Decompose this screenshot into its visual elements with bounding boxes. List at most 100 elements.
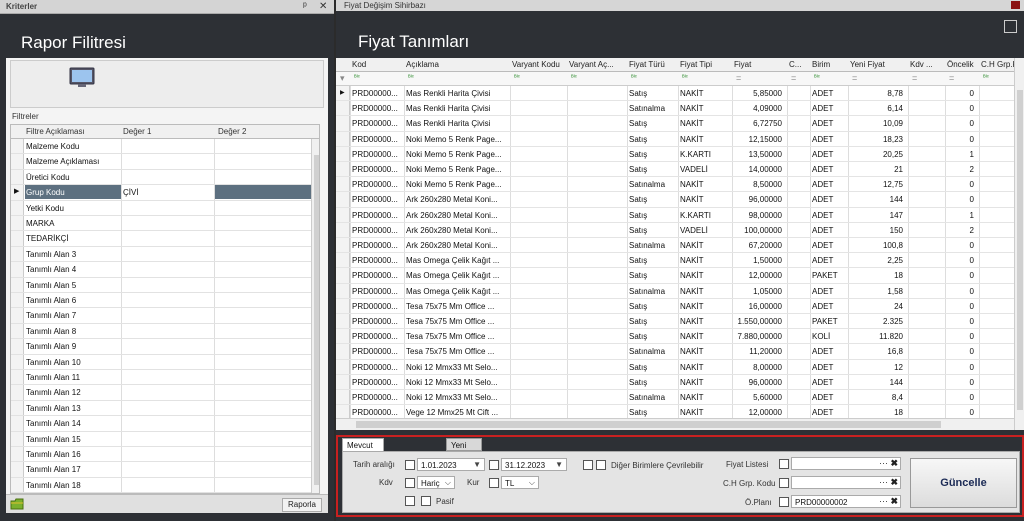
- maximize-icon[interactable]: [1004, 20, 1017, 33]
- column-header[interactable]: Fiyat Tipi: [680, 60, 730, 69]
- row-indicator[interactable]: [11, 200, 24, 215]
- row-indicator[interactable]: [336, 268, 350, 283]
- column-header[interactable]: Varyant Aç...: [569, 60, 625, 69]
- filter-operator-icon[interactable]: =: [791, 73, 796, 83]
- column-header[interactable]: Fiyat: [734, 60, 785, 69]
- filter-row[interactable]: TEDARİKÇİ: [11, 231, 311, 247]
- clear-icon[interactable]: ✖: [890, 458, 898, 469]
- table-row[interactable]: PRD00000... Ark 260x280 Metal Koni... Satı…: [336, 222, 1014, 238]
- table-row[interactable]: PRD00000... Mas Renkli Harita Çivisi Satış…: [336, 116, 1014, 132]
- row-indicator[interactable]: [11, 416, 24, 431]
- filter-row[interactable]: Tanımlı Alan 7: [11, 308, 311, 324]
- row-indicator[interactable]: ▶: [11, 185, 24, 200]
- row-indicator[interactable]: [11, 139, 24, 154]
- filter-row[interactable]: Malzeme Kodu: [11, 139, 311, 155]
- row-indicator[interactable]: [336, 146, 350, 161]
- ellipsis-icon[interactable]: ···: [879, 496, 888, 506]
- close-icon[interactable]: ✕: [319, 1, 327, 12]
- column-header[interactable]: Fiyat Türü: [629, 60, 676, 69]
- scroll-thumb[interactable]: [314, 155, 319, 485]
- row-indicator[interactable]: [11, 339, 24, 354]
- passive-checkbox-a[interactable]: [405, 496, 415, 506]
- filter-row[interactable]: Tanımlı Alan 12: [11, 385, 311, 401]
- row-indicator[interactable]: [336, 162, 350, 177]
- row-indicator[interactable]: [336, 101, 350, 116]
- filter-operator-icon[interactable]: ᴮᴵᶜ: [514, 75, 522, 82]
- plan-field[interactable]: PRD00000002 ··· ✖: [791, 495, 901, 508]
- row-indicator[interactable]: [336, 177, 350, 192]
- row-indicator[interactable]: [11, 216, 24, 231]
- row-indicator[interactable]: [336, 298, 350, 313]
- row-indicator[interactable]: [336, 131, 350, 146]
- row-indicator[interactable]: [11, 354, 24, 369]
- row-indicator[interactable]: [11, 277, 24, 292]
- table-row[interactable]: PRD00000... Ark 260x280 Metal Koni... Satı…: [336, 238, 1014, 254]
- report-button[interactable]: Raporla: [282, 498, 322, 512]
- close-icon[interactable]: [1011, 1, 1020, 9]
- price-list-field[interactable]: ··· ✖: [791, 457, 901, 470]
- table-row[interactable]: PRD00000... Noki Memo 5 Renk Page... Satış…: [336, 146, 1014, 162]
- horizontal-scrollbar[interactable]: [336, 418, 1014, 430]
- table-row[interactable]: PRD00000... Tesa 75x75 Mm Office ... Satın…: [336, 344, 1014, 360]
- ch-group-field[interactable]: ··· ✖: [791, 476, 901, 489]
- row-indicator[interactable]: [336, 222, 350, 237]
- convert-checkbox-b[interactable]: [596, 460, 606, 470]
- table-row[interactable]: PRD00000... Ark 260x280 Metal Koni... Satı…: [336, 207, 1014, 223]
- folder-icon[interactable]: [10, 498, 24, 510]
- filter-row[interactable]: Tanımlı Alan 3: [11, 246, 311, 263]
- row-indicator[interactable]: [336, 207, 350, 222]
- row-indicator[interactable]: [11, 462, 24, 477]
- vat-checkbox[interactable]: [405, 478, 415, 488]
- filter-grid-scrollbar[interactable]: [311, 139, 319, 493]
- column-header[interactable]: Açıklama: [406, 60, 508, 69]
- filter-operator-icon[interactable]: ᴮᴵᶜ: [571, 75, 579, 82]
- filter-operator-icon[interactable]: ᴮᴵᶜ: [814, 75, 822, 82]
- table-row[interactable]: PRD00000... Mas Omega Çelik Kağıt ... Satı…: [336, 283, 1014, 299]
- filter-row[interactable]: Yetki Kodu: [11, 200, 311, 216]
- date1-picker[interactable]: 1.01.2023 ▼: [417, 458, 485, 471]
- filter-value2[interactable]: [215, 185, 311, 200]
- table-row[interactable]: PRD00000... Mas Renkli Harita Çivisi Satın…: [336, 101, 1014, 117]
- tab-create-new[interactable]: Yeni Fiyat Oluştur: [446, 438, 482, 468]
- row-indicator[interactable]: [11, 323, 24, 339]
- table-row[interactable]: PRD00000... Tesa 75x75 Mm Office ... Satış…: [336, 329, 1014, 345]
- row-indicator[interactable]: [11, 431, 24, 446]
- table-row[interactable]: PRD00000... Noki 12 Mmx33 Mt Selo... Satın…: [336, 390, 1014, 406]
- row-indicator[interactable]: [11, 447, 24, 462]
- row-indicator[interactable]: [11, 370, 24, 385]
- row-indicator[interactable]: [11, 385, 24, 400]
- row-indicator[interactable]: [336, 314, 350, 329]
- filter-operator-icon[interactable]: =: [852, 73, 857, 83]
- table-row[interactable]: PRD00000... Tesa 75x75 Mm Office ... Satış…: [336, 298, 1014, 314]
- ch-group-checkbox[interactable]: [779, 478, 789, 488]
- currency-select[interactable]: TL ⌵: [501, 476, 539, 489]
- table-row[interactable]: PRD00000... Mas Omega Çelik Kağıt ... Satı…: [336, 253, 1014, 269]
- filter-row[interactable]: Tanımlı Alan 15: [11, 431, 311, 447]
- column-header[interactable]: Yeni Fiyat: [850, 60, 906, 69]
- currency-checkbox[interactable]: [489, 478, 499, 488]
- row-indicator[interactable]: [336, 253, 350, 268]
- scroll-thumb[interactable]: [1017, 90, 1023, 410]
- row-indicator[interactable]: [11, 154, 24, 169]
- row-indicator[interactable]: [336, 344, 350, 359]
- monitor-icon[interactable]: [68, 67, 96, 89]
- filter-operator-icon[interactable]: ᴮᴵᶜ: [983, 75, 991, 82]
- table-row[interactable]: PRD00000... Noki 12 Mmx33 Mt Selo... Satış…: [336, 374, 1014, 390]
- filter-operator-icon[interactable]: ᴮᴵᶜ: [682, 75, 690, 82]
- pin-icon[interactable]: ᵖ: [303, 1, 307, 12]
- filter-row[interactable]: Tanımlı Alan 4: [11, 262, 311, 278]
- filter-row[interactable]: Tanımlı Alan 9: [11, 339, 311, 355]
- vat-select[interactable]: Hariç ⌵: [417, 476, 455, 489]
- table-row[interactable]: PRD00000... Noki Memo 5 Renk Page... Satın…: [336, 177, 1014, 193]
- date1-checkbox[interactable]: [405, 460, 415, 470]
- row-indicator[interactable]: [11, 400, 24, 416]
- row-indicator[interactable]: [336, 329, 350, 344]
- row-indicator[interactable]: [336, 116, 350, 131]
- filter-row[interactable]: Tanımlı Alan 8: [11, 323, 311, 340]
- column-header[interactable]: Birim: [812, 60, 846, 69]
- row-indicator[interactable]: [11, 293, 24, 308]
- filter-row[interactable]: Tanımlı Alan 5: [11, 277, 311, 293]
- table-row[interactable]: PRD00000... Noki Memo 5 Renk Page... Satış…: [336, 131, 1014, 147]
- scroll-thumb[interactable]: [356, 421, 941, 428]
- filter-row[interactable]: Tanımlı Alan 6: [11, 293, 311, 309]
